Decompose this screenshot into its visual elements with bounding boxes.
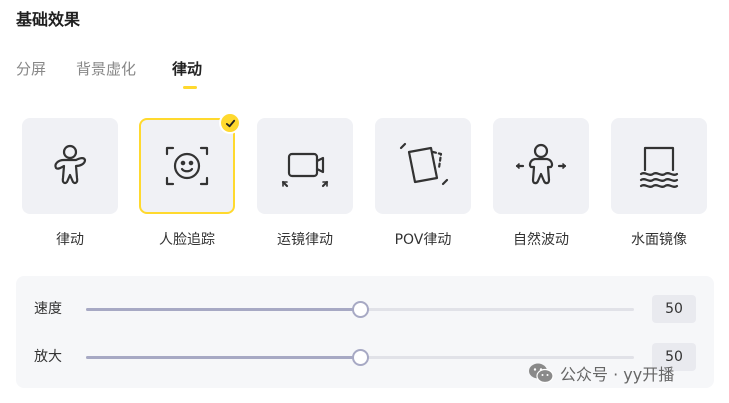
speed-label: 速度 <box>34 301 62 317</box>
person-dance-icon <box>54 144 87 185</box>
effect-tile <box>257 118 353 214</box>
watermark: 公众号 · yy开播 <box>528 359 674 387</box>
tab-rhythm[interactable]: 律动 <box>172 58 202 80</box>
tab-split-screen[interactable]: 分屏 <box>16 58 46 80</box>
slider-row-speed: 速度 50 <box>16 293 714 325</box>
effect-label: 律动 <box>56 232 84 248</box>
effect-label: 人脸追踪 <box>159 232 215 248</box>
zoom-slider-thumb[interactable] <box>352 349 369 366</box>
watermark-text: 公众号 · yy开播 <box>560 365 675 384</box>
effect-pov-rhythm[interactable]: POV律动 <box>375 118 471 248</box>
effect-label: 水面镜像 <box>631 232 687 248</box>
effect-rhythm[interactable]: 律动 <box>22 118 118 248</box>
check-icon <box>225 119 235 127</box>
effect-tile <box>375 118 471 214</box>
speed-slider-track[interactable] <box>86 301 634 318</box>
effect-tile <box>493 118 589 214</box>
effect-natural-wave[interactable]: 自然波动 <box>493 118 589 248</box>
effect-tile <box>22 118 118 214</box>
speed-value-input[interactable]: 50 <box>652 295 696 323</box>
face-tracking-icon <box>165 146 209 186</box>
tab-background-blur[interactable]: 背景虚化 <box>76 58 136 80</box>
effect-camera-rhythm[interactable]: 运镜律动 <box>257 118 353 248</box>
effect-face-tracking[interactable]: 人脸追踪 <box>139 112 241 248</box>
speed-slider-fill <box>86 308 360 311</box>
speed-slider-thumb[interactable] <box>352 301 369 318</box>
effect-label: 运镜律动 <box>277 232 333 248</box>
section-title: 基础效果 <box>16 10 81 29</box>
pov-cards-icon <box>399 142 449 186</box>
effect-label: 自然波动 <box>513 232 569 248</box>
effect-label: POV律动 <box>394 232 452 248</box>
wechat-icon <box>529 363 554 384</box>
camera-motion-icon <box>281 152 329 188</box>
effect-water-mirror[interactable]: 水面镜像 <box>611 118 707 248</box>
effect-tile <box>611 118 707 214</box>
water-mirror-icon <box>639 146 679 188</box>
active-tab-indicator <box>183 86 197 89</box>
zoom-label: 放大 <box>34 349 62 365</box>
effect-tile <box>139 112 241 214</box>
zoom-slider-fill <box>86 356 360 359</box>
selected-check-badge <box>219 112 241 134</box>
person-wave-icon <box>515 143 567 185</box>
